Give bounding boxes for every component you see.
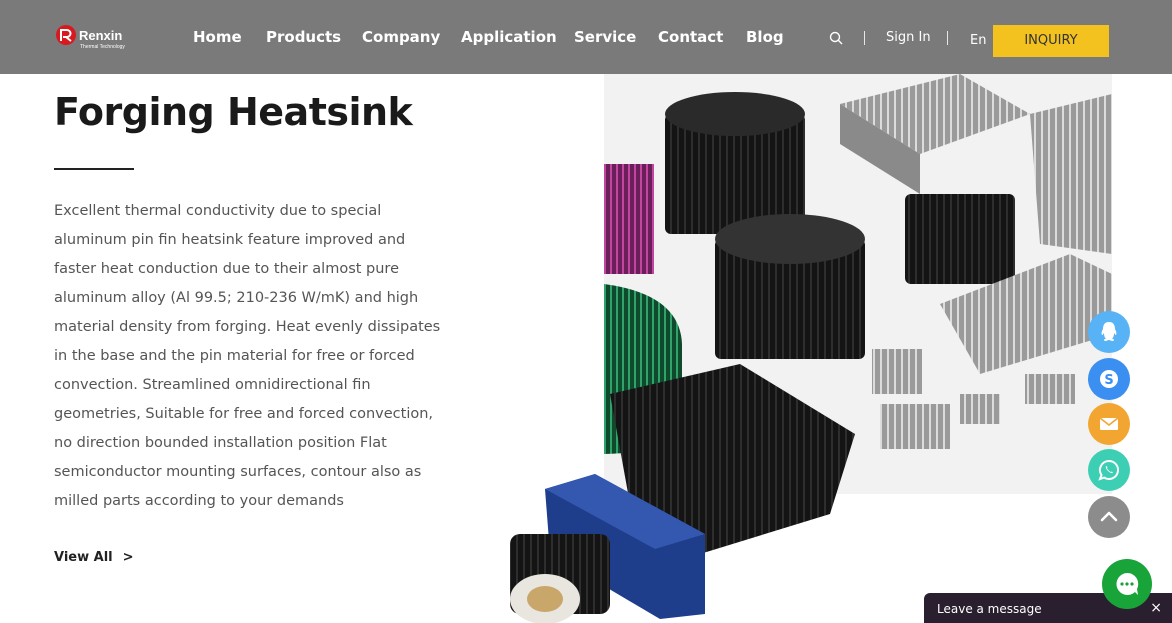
nav-company[interactable]: Company [362, 28, 440, 46]
brand-name: Renxin [79, 28, 123, 43]
nav-blog[interactable]: Blog [746, 28, 784, 46]
divider [947, 31, 948, 45]
logo-icon [56, 25, 76, 45]
brand-logo[interactable]: Renxin Thermal Technology [55, 24, 145, 52]
email-button[interactable] [1088, 403, 1130, 445]
view-all-link[interactable]: View All > [54, 550, 134, 565]
product-description: Excellent thermal conductivity due to sp… [54, 197, 444, 516]
nav-service[interactable]: Service [574, 28, 636, 46]
svg-text:S: S [1104, 373, 1113, 388]
inquiry-button[interactable]: INQUIRY [993, 25, 1109, 57]
search-icon[interactable] [829, 31, 843, 45]
whatsapp-icon [1098, 459, 1120, 481]
description-line: material density from forging. Heat even… [54, 319, 441, 335]
description-line: geometries, Suitable for free and forced… [54, 406, 434, 422]
skype-icon: S [1100, 370, 1118, 388]
back-to-top-icon [1100, 511, 1118, 522]
qq-button[interactable] [1088, 311, 1130, 353]
view-all-label: View All [54, 550, 113, 565]
title-underline [54, 168, 134, 170]
description-line: Excellent thermal conductivity due to sp… [54, 203, 382, 219]
nav-contact[interactable]: Contact [658, 28, 723, 46]
skype-button[interactable]: S [1088, 358, 1130, 400]
description-line: convection. Streamlined omnidirectional … [54, 377, 371, 393]
description-line: faster heat conduction due to their almo… [54, 261, 399, 277]
sign-in-link[interactable]: Sign In [886, 30, 931, 45]
nav-products[interactable]: Products [266, 28, 341, 46]
page-title: Forging Heatsink [54, 90, 413, 134]
description-line: no direction bounded installation positi… [54, 435, 387, 451]
close-icon[interactable]: × [1150, 600, 1162, 616]
leave-message-label: Leave a message [937, 602, 1042, 616]
arrow-right-icon: > [122, 550, 134, 565]
live-chat-button[interactable] [1102, 559, 1152, 609]
nav-application[interactable]: Application [461, 28, 557, 46]
heatsink-product-image [510, 74, 1112, 623]
whatsapp-button[interactable] [1088, 449, 1130, 491]
description-line: aluminum alloy (Al 99.5; 210-236 W/mK) a… [54, 290, 419, 306]
description-line: in the base and the pin material for fre… [54, 348, 415, 364]
divider [864, 31, 865, 45]
description-line: milled parts according to your demands [54, 493, 344, 509]
language-selector[interactable]: En [970, 33, 986, 48]
chat-icon [1116, 572, 1139, 595]
email-icon [1099, 417, 1119, 430]
site-header: Renxin Thermal Technology Home Products … [0, 0, 1172, 74]
brand-subtitle: Thermal Technology [80, 44, 125, 50]
qq-icon [1101, 322, 1117, 341]
description-line: semiconductor mounting surfaces, contour… [54, 464, 422, 480]
nav-home[interactable]: Home [193, 28, 242, 46]
back-to-top-button[interactable] [1088, 496, 1130, 538]
description-line: aluminum pin fin heatsink feature improv… [54, 232, 406, 248]
